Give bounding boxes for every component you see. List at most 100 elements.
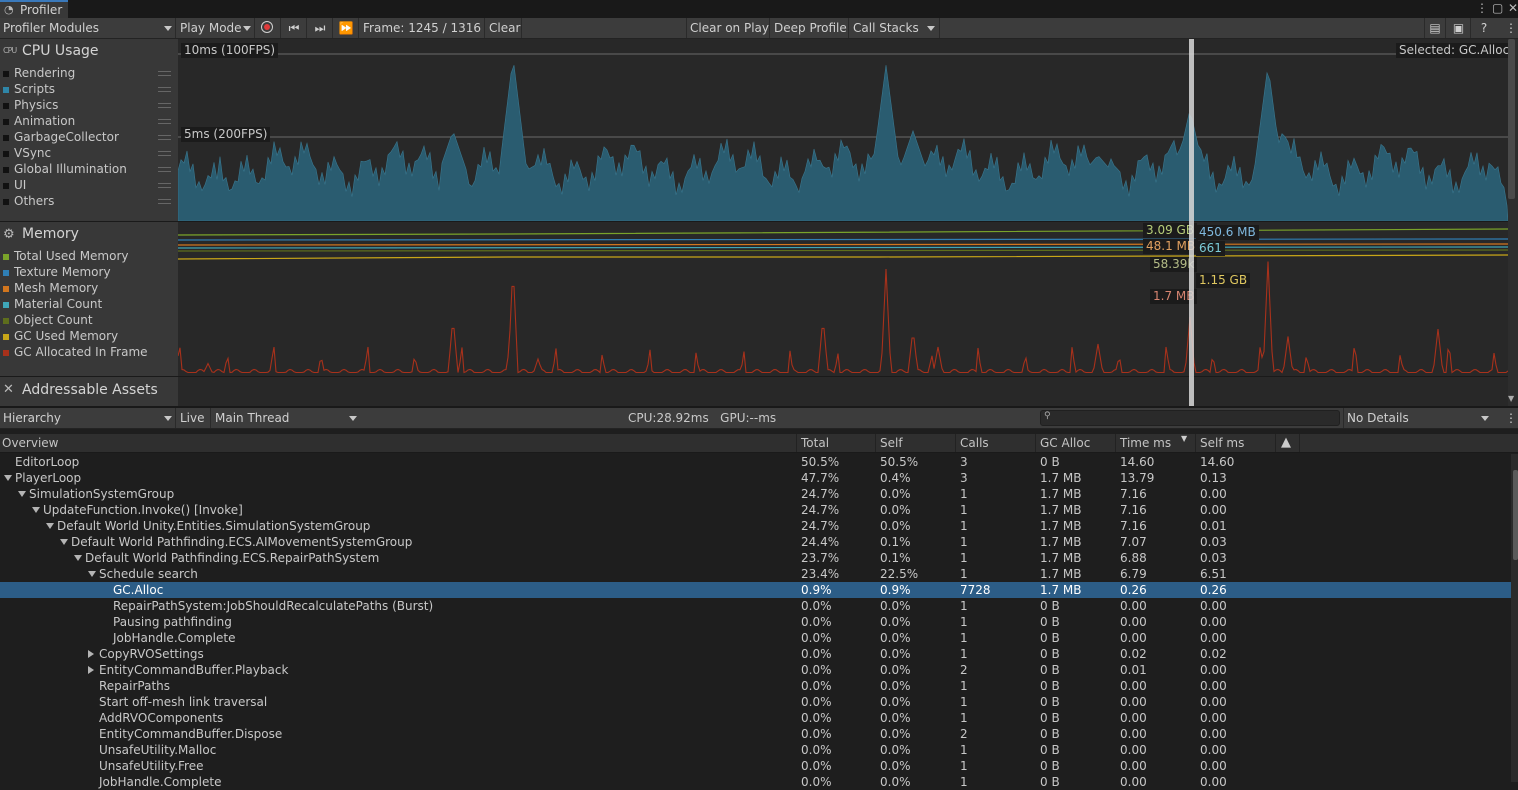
help-button[interactable]: ? [1474,18,1494,38]
warning-icon[interactable]: ▲ [1281,435,1291,450]
play-mode-dropdown[interactable]: Play Mode [177,18,255,38]
mem-series-3[interactable]: Material Count [14,297,102,311]
search-input[interactable]: ⚲ [1040,410,1340,426]
table-row[interactable]: GC.Alloc 0.9% 0.9% 7728 1.7 MB 0.26 0.26 [0,582,1511,598]
mem-series-2[interactable]: Mesh Memory [14,281,98,295]
table-row[interactable]: Default World Pathfinding.ECS.RepairPath… [0,550,1511,566]
live-toggle[interactable]: Live [177,408,211,428]
table-row[interactable]: EntityCommandBuffer.Dispose 0.0% 0.0% 2 0 B 0… [0,726,1511,742]
cpu-series-0[interactable]: Rendering [14,66,75,80]
close-icon[interactable]: ✕ [1508,0,1518,16]
record-button[interactable] [256,18,281,38]
kebab-menu-icon[interactable]: ⋮ [1476,0,1488,16]
table-row[interactable]: UnsafeUtility.Free 0.0% 0.0% 1 0 B 0.00 0.00 [0,758,1511,774]
mem-series-1[interactable]: Texture Memory [14,265,111,279]
table-row[interactable]: Schedule search 23.4% 22.5% 1 1.7 MB 6.79 6.51 [0,566,1511,582]
table-row[interactable]: RepairPathSystem:JobShouldRecalculatePat… [0,598,1511,614]
table-scroll-thumb[interactable] [1513,470,1518,560]
memory-module-title[interactable]: Memory [22,226,79,242]
column-divider[interactable] [1275,434,1276,452]
reorder-handle-icon[interactable] [158,135,171,140]
column-divider[interactable] [1035,434,1036,452]
column-divider[interactable] [1115,434,1116,452]
cpu-series-6[interactable]: Global Illumination [14,162,127,176]
mem-series-4[interactable]: Object Count [14,313,93,327]
thread-dropdown[interactable]: Main Thread [212,408,362,428]
expand-arrow-icon[interactable] [60,539,68,545]
save-button[interactable]: ▣ [1447,18,1471,38]
table-row[interactable]: Default World Unity.Entities.SimulationS… [0,518,1511,534]
table-row[interactable]: AddRVOComponents 0.0% 0.0% 1 0 B 0.00 0.00 [0,710,1511,726]
reorder-handle-icon[interactable] [158,151,171,156]
reorder-handle-icon[interactable] [158,183,171,188]
expand-arrow-icon[interactable] [46,523,54,529]
reorder-handle-icon[interactable] [158,103,171,108]
column-self[interactable]: Self [880,436,903,450]
collapsed-arrow-icon[interactable] [88,650,94,658]
call-stacks-dropdown[interactable]: Call Stacks [850,18,940,38]
cpu-usage-chart[interactable]: 10ms (100FPS) 5ms (200FPS) Selected: GC.… [178,39,1513,221]
expand-arrow-icon[interactable] [18,491,26,497]
load-button[interactable]: ▤ [1424,18,1446,38]
column-divider[interactable] [796,434,797,452]
window-tab[interactable]: ◔ Profiler [0,0,68,18]
deep-profile-toggle[interactable]: Deep Profile [771,18,849,38]
modules-scrollbar[interactable]: ▼ [1508,39,1518,406]
reorder-handle-icon[interactable] [158,119,171,124]
table-row[interactable]: Pausing pathfinding 0.0% 0.0% 1 0 B 0.00 0.00 [0,614,1511,630]
profiler-modules-dropdown[interactable]: Profiler Modules [0,18,176,38]
cpu-series-5[interactable]: VSync [14,146,51,160]
table-row[interactable]: Start off-mesh link traversal 0.0% 0.0% 1 0 … [0,694,1511,710]
next-frame-button[interactable]: ⏭ [308,18,333,38]
collapsed-arrow-icon[interactable] [88,666,94,674]
cpu-series-2[interactable]: Physics [14,98,58,112]
column-divider[interactable] [1195,434,1196,452]
mem-series-0[interactable]: Total Used Memory [14,249,129,263]
expand-arrow-icon[interactable] [32,507,40,513]
mem-series-6[interactable]: GC Allocated In Frame [14,345,148,359]
memory-chart[interactable]: 3.09 GB 450.6 MB 48.1 MB 661 58.39k 1.15… [178,222,1508,376]
table-row[interactable]: UnsafeUtility.Malloc 0.0% 0.0% 1 0 B 0.00 0.00 [0,742,1511,758]
column-time-ms[interactable]: Time ms [1120,436,1171,450]
column-self-ms[interactable]: Self ms [1200,436,1244,450]
expand-arrow-icon[interactable] [88,571,96,577]
column-divider[interactable] [875,434,876,452]
table-row[interactable]: JobHandle.Complete 0.0% 0.0% 1 0 B 0.00 0.00 [0,774,1511,790]
hierarchy-menu-button[interactable]: ⋮ [1502,408,1517,428]
current-frame-button[interactable]: ⏩ [334,18,359,38]
table-row[interactable]: JobHandle.Complete 0.0% 0.0% 1 0 B 0.00 0.00 [0,630,1511,646]
view-type-dropdown[interactable]: Hierarchy [0,408,176,428]
table-row[interactable]: SimulationSystemGroup 24.7% 0.0% 1 1.7 MB 7.1… [0,486,1511,502]
table-row[interactable]: Default World Pathfinding.ECS.AIMovement… [0,534,1511,550]
cpu-module-title[interactable]: CPU Usage [22,43,99,59]
modules-scroll-thumb[interactable] [1508,39,1515,199]
cpu-series-3[interactable]: Animation [14,114,75,128]
maximize-icon[interactable]: ▢ [1492,0,1503,16]
cpu-series-7[interactable]: UI [14,178,26,192]
column-overview[interactable]: Overview [2,436,59,450]
table-row[interactable]: EditorLoop 50.5% 50.5% 3 0 B 14.60 14.60 [0,454,1511,470]
scroll-down-icon[interactable]: ▼ [1508,394,1514,403]
table-row[interactable]: RepairPaths 0.0% 0.0% 1 0 B 0.00 0.00 [0,678,1511,694]
mem-series-5[interactable]: GC Used Memory [14,329,118,343]
table-row[interactable]: PlayerLoop 47.7% 0.4% 3 1.7 MB 13.79 0.13 [0,470,1511,486]
column-divider[interactable] [955,434,956,452]
column-divider[interactable] [1299,434,1300,452]
cpu-series-8[interactable]: Others [14,194,54,208]
reorder-handle-icon[interactable] [158,199,171,204]
toolbar-menu-button[interactable]: ⋮ [1502,18,1517,38]
column-gc-alloc[interactable]: GC Alloc [1040,436,1090,450]
reorder-handle-icon[interactable] [158,71,171,76]
frame-cursor[interactable] [1189,39,1194,406]
details-dropdown[interactable]: No Details [1343,408,1493,428]
previous-frame-button[interactable]: ⏮ [282,18,307,38]
addressables-chart[interactable] [178,377,1508,406]
clear-on-play-toggle[interactable]: Clear on Play [686,18,770,38]
table-row[interactable]: UpdateFunction.Invoke() [Invoke] 24.7% 0.0… [0,502,1511,518]
column-calls[interactable]: Calls [960,436,989,450]
table-row[interactable]: EntityCommandBuffer.Playback 0.0% 0.0% 2 0 B… [0,662,1511,678]
expand-arrow-icon[interactable] [74,555,82,561]
column-total[interactable]: Total [801,436,829,450]
table-row[interactable]: CopyRVOSettings 0.0% 0.0% 1 0 B 0.02 0.02 [0,646,1511,662]
expand-arrow-icon[interactable] [4,475,12,481]
